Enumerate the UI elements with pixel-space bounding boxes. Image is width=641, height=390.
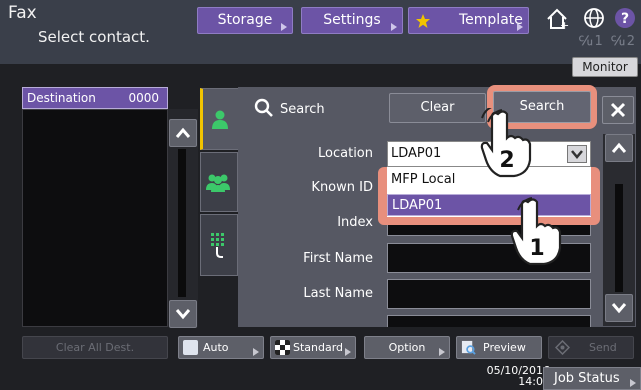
person-icon — [212, 110, 228, 129]
tab-group-contact[interactable] — [200, 152, 238, 212]
settings-button[interactable]: Settings — [301, 7, 403, 34]
chevron-right-icon — [517, 23, 523, 31]
template-label: Template — [459, 12, 523, 28]
settings-label: Settings — [323, 12, 381, 28]
chevron-up-icon — [611, 142, 627, 153]
last-name-label: Last Name — [303, 286, 373, 301]
datetime: 05/10/2016 14:08 — [480, 365, 550, 387]
destination-count: 0000 — [128, 91, 159, 105]
location-value: LDAP01 — [391, 146, 442, 161]
group-icon — [206, 174, 230, 192]
destination-scrollbar[interactable] — [168, 109, 198, 328]
destination-list[interactable] — [22, 109, 168, 327]
location-dropdown-button[interactable] — [567, 145, 587, 163]
step-2-number: 2 — [499, 148, 514, 173]
preview-button[interactable]: Preview — [456, 336, 542, 359]
auto-icon — [183, 340, 198, 355]
standard-button[interactable]: Standard — [270, 336, 356, 359]
auto-label: Auto — [203, 341, 229, 354]
next-field[interactable] — [387, 315, 591, 327]
tap-hand-icon-step-2: 2 — [480, 108, 532, 178]
form-scroll-track — [615, 184, 623, 292]
svg-text:+: + — [560, 19, 569, 31]
standard-label: Standard — [293, 341, 344, 354]
chevron-right-icon — [281, 23, 287, 31]
step-1-number: 1 — [529, 236, 544, 261]
chevron-right-icon — [630, 379, 636, 387]
first-name-label: First Name — [303, 251, 373, 266]
app-title: Fax — [8, 3, 37, 23]
chevron-right-icon — [253, 348, 259, 356]
form-scroll-up-button[interactable] — [605, 134, 633, 162]
scroll-down-button[interactable] — [169, 300, 197, 328]
send-button[interactable]: Send — [548, 336, 634, 359]
option-label: Option — [388, 341, 426, 354]
chevron-right-icon — [439, 348, 445, 356]
form-scroll-down-button[interactable] — [605, 294, 633, 322]
storage-button[interactable]: Storage — [197, 7, 293, 34]
globe-icon[interactable] — [583, 7, 605, 29]
tab-single-contact[interactable] — [200, 88, 238, 150]
job-status-button[interactable]: Job Status — [543, 367, 641, 390]
form-scrollbar[interactable] — [603, 134, 635, 326]
svg-text:?: ? — [621, 11, 629, 27]
time-text: 14:08 — [518, 375, 550, 388]
scroll-up-button[interactable] — [169, 119, 197, 147]
search-title: Search — [280, 102, 325, 117]
chevron-down-icon — [571, 149, 583, 159]
home-settings-icon[interactable]: + — [545, 7, 571, 31]
close-button[interactable] — [602, 96, 634, 124]
chevron-down-icon — [175, 309, 191, 320]
resolution-icon — [275, 340, 290, 355]
chevron-down-icon — [611, 303, 627, 314]
clear-button[interactable]: Clear — [389, 93, 486, 123]
chevron-right-icon — [345, 348, 351, 356]
storage-label: Storage — [217, 12, 273, 28]
template-button[interactable]: Template — [408, 7, 529, 34]
send-label: Send — [589, 341, 617, 354]
known-id-label: Known ID — [311, 180, 373, 195]
destination-label: Destination — [27, 91, 96, 105]
keypad-icon — [211, 233, 224, 258]
job-status-label: Job Status — [554, 371, 620, 386]
help-icon[interactable]: ? — [614, 7, 636, 29]
option-button[interactable]: Option — [364, 336, 450, 359]
monitor-button[interactable]: Monitor — [572, 57, 638, 77]
scroll-track — [178, 149, 186, 297]
top-bar: Fax Select contact. Storage Settings Tem… — [0, 0, 641, 64]
destination-header: Destination 0000 — [22, 87, 168, 109]
clear-all-destinations-button[interactable]: Clear All Dest. — [22, 336, 168, 359]
search-icon — [254, 98, 273, 117]
chevron-right-icon — [391, 23, 397, 31]
tab-direct-entry[interactable] — [200, 214, 238, 276]
auto-button[interactable]: Auto — [178, 336, 264, 359]
send-icon — [555, 340, 570, 355]
preview-icon — [461, 340, 476, 355]
line-status-icons: ℆1 ℆2 — [578, 34, 637, 49]
preview-label: Preview — [483, 341, 526, 354]
location-label: Location — [318, 146, 373, 161]
star-icon — [416, 14, 430, 28]
index-label: Index — [337, 215, 373, 230]
chevron-up-icon — [175, 127, 191, 138]
close-icon — [610, 102, 626, 118]
last-name-field[interactable] — [387, 279, 591, 309]
tap-hand-icon-step-1: 1 — [510, 197, 562, 266]
instruction-text: Select contact. — [38, 28, 150, 46]
